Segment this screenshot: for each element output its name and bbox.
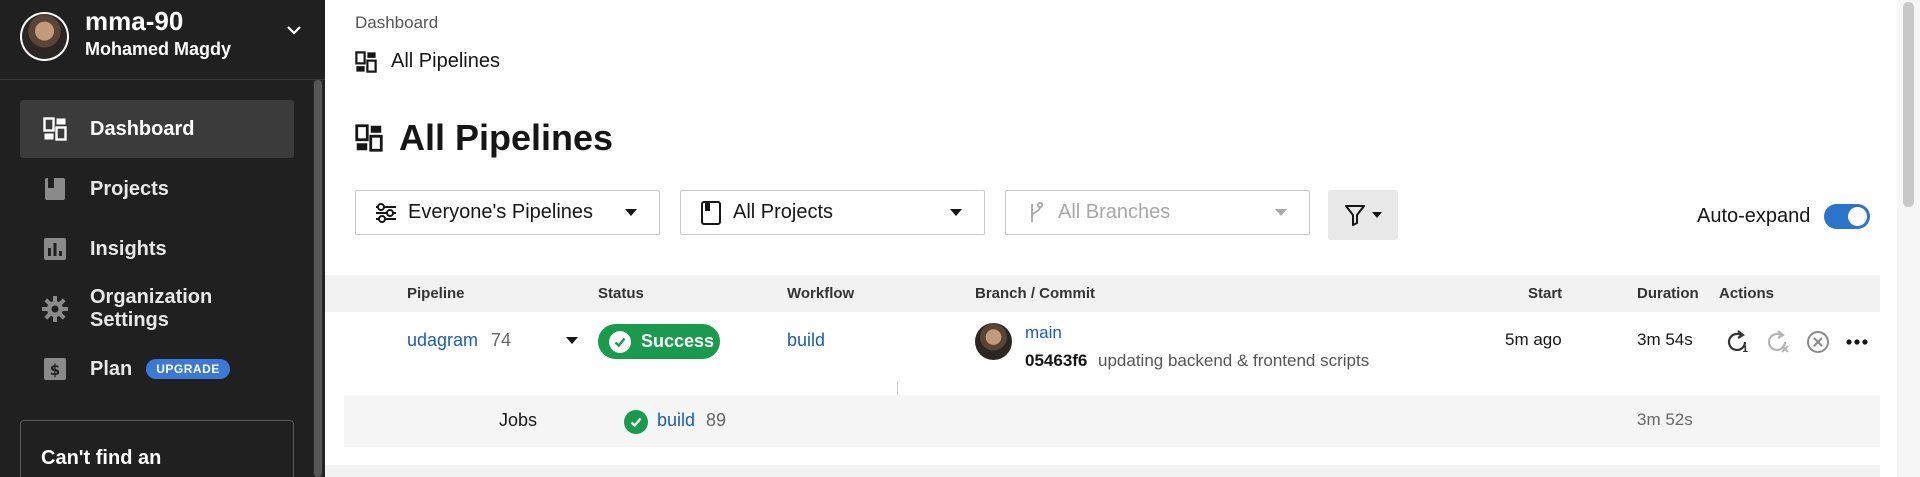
org-name: mma-90 [85,6,184,36]
sidebar-item-label: Organization Settings [90,286,213,331]
jobs-row: Jobs build 89 3m 52s [344,395,1880,447]
column-header-start: Start [1528,285,1563,302]
rerun-failed-icon[interactable] [1765,329,1791,355]
pipeline-link[interactable]: udagram [407,330,478,351]
main-content: Dashboard All Pipelines All Pipelines Ev… [325,0,1900,477]
branches-filter-dropdown[interactable]: All Branches [1005,190,1310,235]
advanced-filter-button[interactable] [1328,190,1398,240]
upgrade-badge[interactable]: UPGRADE [146,359,230,379]
column-header-pipeline: Pipeline [407,285,465,302]
start-time: 5m ago [1505,330,1562,349]
bar-chart-icon [42,236,68,262]
auto-expand-toggle[interactable] [1824,204,1870,229]
branch-icon [1024,201,1048,225]
branches-filter-value: All Branches [1058,201,1171,223]
funnel-icon [1345,205,1365,226]
auto-expand-label: Auto-expand [1697,205,1811,227]
sidebar-item-label: Dashboard [90,117,195,140]
sidebar-item-plan[interactable]: $ Plan UPGRADE [20,340,294,398]
check-icon [609,330,631,353]
page-title-row: All Pipelines [355,117,613,159]
page-scrollbar-thumb[interactable] [1903,2,1914,207]
page-scrollbar[interactable] [1897,0,1920,477]
table-header: Pipeline Status Workflow Branch / Commit… [325,275,1880,312]
sidebar-item-projects[interactable]: Projects [20,160,294,218]
cancel-icon[interactable] [1805,329,1831,355]
column-header-status: Status [598,285,644,302]
breadcrumb-current: All Pipelines [355,50,500,73]
column-header-workflow: Workflow [787,285,855,302]
projects-filter-dropdown[interactable]: All Projects [680,190,985,235]
column-header-branch-commit: Branch / Commit [975,285,1096,302]
dashboard-icon [355,124,383,152]
divider [325,465,1880,477]
rerun-icon[interactable]: 1 [1725,329,1751,355]
svg-text:$: $ [50,361,60,379]
breadcrumb[interactable]: Dashboard [355,13,438,33]
svg-text:1: 1 [1742,345,1748,354]
pipelines-filter-dropdown[interactable]: Everyone's Pipelines [355,190,660,235]
pipelines-filter-value: Everyone's Pipelines [408,201,594,223]
more-options-icon[interactable] [1844,329,1870,355]
avatar [975,323,1012,360]
dashboard-icon [355,50,377,73]
job-duration: 3m 52s [1637,410,1693,429]
caret-down-icon [1372,212,1382,218]
branch-link[interactable]: main [1025,323,1062,343]
sidebar-item-organization-settings[interactable]: Organization Settings [20,280,294,338]
sidebar-item-label: Insights [90,237,167,260]
workflow-link[interactable]: build [787,330,825,351]
caret-down-icon [1275,209,1287,216]
table-row: udagram 74 Success build main 05463f6 up… [325,312,1880,394]
column-header-duration: Duration [1637,285,1699,302]
duration: 3m 54s [1637,330,1693,349]
sidebar-item-label: Plan [90,357,133,380]
sliders-icon [374,201,398,225]
help-card: Can't find an [20,420,294,477]
sidebar-item-dashboard[interactable]: Dashboard [20,100,294,158]
expand-row-icon[interactable] [566,337,578,344]
projects-filter-value: All Projects [733,201,834,223]
jobs-label: Jobs [499,410,538,430]
dollar-icon: $ [42,356,68,382]
status-label: Success [641,331,715,351]
page-title: All Pipelines [399,117,614,158]
dashboard-icon [42,116,68,142]
caret-down-icon [625,209,637,216]
org-user-name: Mohamed Magdy [85,39,232,59]
job-link[interactable]: build [657,410,695,431]
sidebar: mma-90 Mohamed Magdy Dashboard Projects … [0,0,325,477]
sidebar-item-insights[interactable]: Insights [20,220,294,278]
pipeline-number: 74 [491,330,512,350]
chevron-down-icon[interactable] [284,20,304,40]
breadcrumb-current-label: All Pipelines [391,50,500,72]
sidebar-scrollbar[interactable] [313,80,323,477]
status-badge[interactable]: Success [598,324,720,359]
org-avatar [20,12,69,61]
sidebar-item-label: Projects [90,177,169,200]
toggle-knob [1848,207,1867,226]
book-icon [42,176,68,202]
job-number: 89 [706,410,727,430]
gear-icon [42,296,68,322]
commit-message: updating backend & frontend scripts [1098,351,1370,370]
commit-hash[interactable]: 05463f6 [1025,351,1087,371]
help-card-title: Can't find an [41,447,162,469]
org-switcher[interactable]: mma-90 Mohamed Magdy [0,0,325,80]
sidebar-scrollbar-thumb[interactable] [314,80,322,477]
column-header-actions: Actions [1719,285,1775,302]
check-icon [624,410,648,434]
caret-down-icon [950,209,962,216]
book-icon [699,200,723,225]
